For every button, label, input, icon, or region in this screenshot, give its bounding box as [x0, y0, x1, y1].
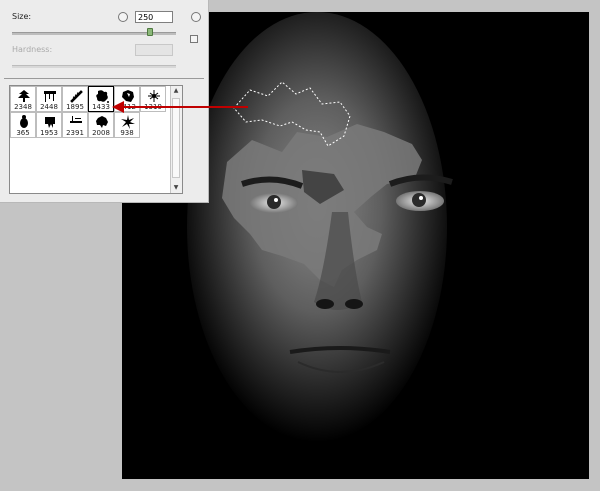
- size-slider-thumb[interactable]: [146, 28, 153, 36]
- brush-preset-picker: 2348 2448 1895 1433 1412 1319 365 1953 2391 2008 9…: [9, 85, 183, 194]
- scroll-up-icon[interactable]: ▲: [171, 86, 181, 96]
- brush-preset-2391[interactable]: 2391: [62, 112, 88, 138]
- brush-size-label: 1319: [144, 103, 162, 111]
- drip-brush-icon: [44, 91, 56, 102]
- brush-preset-2348[interactable]: 2348: [10, 86, 36, 112]
- brush-size-label: 2348: [14, 103, 32, 111]
- size-field[interactable]: 250: [135, 11, 173, 23]
- brush-preset-1895[interactable]: 1895: [62, 86, 88, 112]
- ink-blot-brush-icon: [122, 90, 134, 102]
- new-preset-icon[interactable]: [190, 35, 198, 43]
- splatter-brush-icon: [96, 90, 109, 103]
- brush-size-label: 1433: [92, 103, 110, 111]
- bug-brush-icon: [20, 115, 28, 128]
- brush-preset-938[interactable]: 938: [114, 112, 140, 138]
- brush-grid: 2348 2448 1895 1433 1412 1319 365 1953 2391 2008 9…: [10, 86, 166, 138]
- brush-size-label: 365: [16, 129, 30, 137]
- panel-divider: [4, 78, 204, 79]
- panel-menu-icon[interactable]: [191, 12, 201, 22]
- brush-preset-2008[interactable]: 2008: [88, 112, 114, 138]
- brush-preset-1953[interactable]: 1953: [36, 112, 62, 138]
- brush-preset-1319[interactable]: 1319: [140, 86, 166, 112]
- text-brush-icon: [70, 116, 82, 123]
- reset-size-icon[interactable]: [118, 12, 128, 22]
- size-label: Size:: [12, 12, 32, 21]
- hardness-slider: [12, 65, 176, 68]
- brush-preset-1412[interactable]: 1412: [114, 86, 140, 112]
- brush-preset-1433[interactable]: 1433: [88, 86, 114, 112]
- hardness-field: [135, 44, 173, 56]
- feather-brush-icon: [70, 90, 83, 103]
- scroll-down-icon[interactable]: ▼: [171, 183, 181, 193]
- brush-preset-panel: Size: 250 Hardness: 2348 2448 1895 1433 1412…: [0, 0, 209, 203]
- spray-brush-icon: [148, 90, 160, 102]
- picker-scrollbar[interactable]: ▲ ▼: [170, 86, 182, 193]
- stain-brush-icon: [45, 117, 55, 128]
- brush-size-label: 1895: [66, 103, 84, 111]
- splash-brush-icon: [96, 116, 108, 128]
- brush-size-label: 1953: [40, 129, 58, 137]
- brush-size-label: 938: [120, 129, 134, 137]
- brush-size-label: 1412: [118, 103, 136, 111]
- hardness-label: Hardness:: [12, 45, 53, 54]
- brush-size-label: 2448: [40, 103, 58, 111]
- brush-preset-365[interactable]: 365: [10, 112, 36, 138]
- burst-brush-icon: [121, 115, 135, 129]
- brush-size-label: 2391: [66, 129, 84, 137]
- brush-size-label: 2008: [92, 129, 110, 137]
- brush-preset-2448[interactable]: 2448: [36, 86, 62, 112]
- tree-brush-icon: [18, 90, 30, 102]
- scroll-thumb[interactable]: [172, 98, 180, 178]
